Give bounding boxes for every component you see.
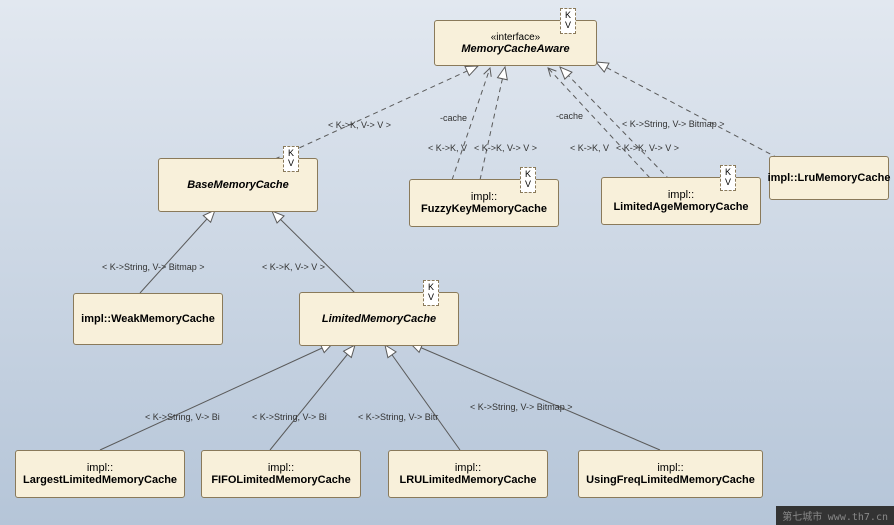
class-lrumemorycache[interactable]: impl::LruMemoryCache — [769, 156, 889, 200]
class-largestlimitedmemorycache[interactable]: impl:: LargestLimitedMemoryCache — [15, 450, 185, 498]
class-name: UsingFreqLimitedMemoryCache — [586, 474, 755, 486]
class-name: LruMemoryCache — [798, 172, 891, 184]
bind-label: < K->String, V-> Bi — [145, 412, 220, 422]
class-name: LimitedMemoryCache — [322, 313, 436, 325]
bind-label: < K->K, V-> V > — [616, 143, 679, 153]
class-name: LRULimitedMemoryCache — [400, 474, 537, 486]
bind-label: < K->K, V-> V > — [262, 262, 325, 272]
assoc-label-cache: -cache — [556, 111, 583, 121]
stereotype: «interface» — [491, 32, 540, 43]
class-lrulimitedmemorycache[interactable]: impl:: LRULimitedMemoryCache — [388, 450, 548, 498]
class-fuzzykeymemorycache[interactable]: impl:: FuzzyKeyMemoryCache — [409, 179, 559, 227]
assoc-label-cache: -cache — [440, 113, 467, 123]
class-usingfreqlimitedmemorycache[interactable]: impl:: UsingFreqLimitedMemoryCache — [578, 450, 763, 498]
pkg: impl:: — [268, 462, 294, 474]
bind-label: < K->String, V-> Bitmap > — [622, 119, 725, 129]
class-name: LimitedAgeMemoryCache — [613, 201, 748, 213]
watermark-url: www.th7.cn — [828, 512, 888, 523]
bind-label: < K->String, V-> Bi — [252, 412, 327, 422]
template-params: K V — [283, 146, 299, 172]
bind-label: < K->String, V-> Bitr — [358, 412, 438, 422]
template-params: K V — [520, 167, 536, 193]
class-name: WeakMemoryCache — [111, 313, 215, 325]
template-params: K V — [560, 8, 576, 34]
bind-label: < K->String, V-> Bitmap > — [470, 402, 573, 412]
class-weakmemorycache[interactable]: impl::WeakMemoryCache — [73, 293, 223, 345]
bind-label: < K->String, V-> Bitmap > — [102, 262, 205, 272]
template-params: K V — [720, 165, 736, 191]
watermark: 第七城市 www.th7.cn — [776, 506, 894, 525]
pkg: impl:: — [81, 313, 111, 325]
watermark-text: 第七城市 — [782, 512, 822, 523]
bind-label: < K->K, V-> V > — [474, 143, 537, 153]
pkg: impl:: — [657, 462, 683, 474]
class-name: FIFOLimitedMemoryCache — [211, 474, 350, 486]
pkg: impl:: — [668, 189, 694, 201]
class-name: MemoryCacheAware — [461, 43, 569, 55]
pkg: impl:: — [768, 172, 798, 184]
class-name: FuzzyKeyMemoryCache — [421, 203, 547, 215]
class-fifolimitedmemorycache[interactable]: impl:: FIFOLimitedMemoryCache — [201, 450, 361, 498]
pkg: impl:: — [455, 462, 481, 474]
bind-label: < K->K, V-> V > — [328, 120, 391, 130]
template-params: K V — [423, 280, 439, 306]
pkg: impl:: — [87, 462, 113, 474]
class-name: BaseMemoryCache — [187, 179, 289, 191]
class-limitedagememorycache[interactable]: impl:: LimitedAgeMemoryCache — [601, 177, 761, 225]
bind-label: < K->K, V — [570, 143, 609, 153]
class-name: LargestLimitedMemoryCache — [23, 474, 177, 486]
bind-label: < K->K, V — [428, 143, 467, 153]
pkg: impl:: — [471, 191, 497, 203]
